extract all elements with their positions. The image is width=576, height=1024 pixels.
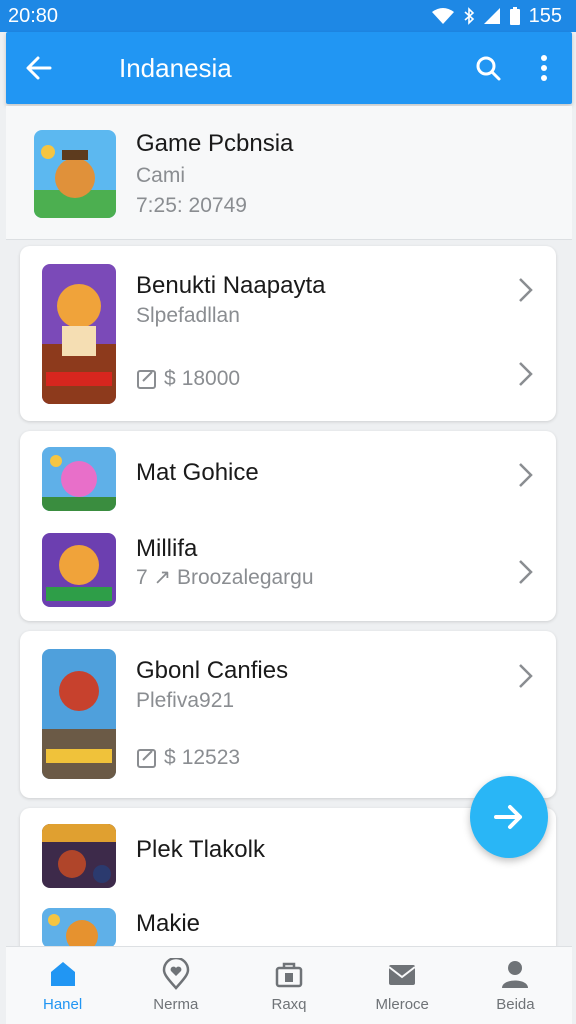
game-thumbnail	[34, 130, 116, 218]
dollar-icon: $	[164, 746, 176, 769]
arrow-forward-icon	[494, 805, 522, 829]
nav-label: Raxq	[271, 996, 307, 1013]
game-card[interactable]: Benukti Naapayta Slpefadllan $ 18000	[20, 246, 556, 421]
search-icon	[476, 56, 501, 81]
game-stat: $ 12523	[136, 746, 240, 770]
status-time: 20:80	[8, 4, 59, 27]
game-thumbnail	[42, 649, 116, 779]
game-stat: $ 18000	[136, 367, 240, 391]
game-title: Benukti Naapayta	[136, 272, 326, 299]
battery-level: 155	[528, 4, 562, 27]
game-thumbnail	[42, 264, 116, 404]
game-thumbnail	[42, 533, 116, 607]
nav-label: Hanel	[43, 996, 83, 1013]
game-subtitle: 7 ↗ Broozalegargu	[136, 566, 314, 589]
wifi-icon	[431, 8, 454, 24]
nav-label: Mleroce	[375, 996, 429, 1013]
featured-title: Game Pcbnsia	[136, 130, 294, 157]
featured-item[interactable]: Game Pcbnsia Cami 7:25: 20749	[6, 106, 572, 240]
mail-icon	[388, 965, 416, 985]
more-vert-icon	[541, 55, 547, 81]
game-title: Gbonl Canfies	[136, 657, 289, 684]
game-stat-value: 18000	[181, 367, 241, 390]
nav-item-location[interactable]: Nerma	[119, 947, 232, 1024]
game-subtitle: Plefiva921	[136, 689, 235, 712]
nav-label: Nerma	[153, 996, 199, 1013]
status-icons: 155	[431, 5, 562, 28]
chevron-right-icon[interactable]	[514, 360, 538, 388]
game-title: Millifa	[136, 535, 198, 562]
game-subtitle: Slpefadllan	[136, 304, 240, 327]
chevron-right-icon[interactable]	[514, 276, 538, 304]
game-thumbnail	[42, 908, 116, 948]
nav-item-home[interactable]: Hanel	[6, 947, 119, 1024]
app-bar: Indanesia	[6, 32, 572, 104]
person-icon	[502, 961, 529, 988]
nav-item-store[interactable]: Raxq	[232, 947, 345, 1024]
game-thumbnail	[42, 447, 116, 511]
featured-meta: 7:25: 20749	[136, 194, 247, 217]
game-title: Plek Tlakolk	[136, 836, 265, 863]
chevron-right-icon[interactable]	[514, 558, 538, 586]
nav-label: Beida	[496, 996, 535, 1013]
nav-item-mail[interactable]: Mleroce	[346, 947, 459, 1024]
home-icon	[50, 962, 75, 986]
chevron-right-icon[interactable]	[514, 662, 538, 690]
store-icon	[275, 962, 303, 988]
arrow-back-icon	[26, 56, 52, 80]
battery-icon	[509, 7, 520, 25]
back-button[interactable]	[6, 32, 72, 104]
featured-subtitle: Cami	[136, 164, 186, 187]
more-options-button[interactable]	[516, 32, 572, 104]
bluetooth-icon	[464, 7, 474, 25]
game-title: Mat Gohice	[136, 459, 259, 486]
game-title: Makie	[136, 910, 201, 937]
status-bar: 20:80 155	[0, 0, 576, 32]
page-title: Indanesia	[119, 52, 232, 83]
game-thumbnail	[42, 824, 116, 888]
chevron-right-icon[interactable]	[514, 461, 538, 489]
edit-icon	[137, 749, 156, 768]
forward-fab-button[interactable]	[470, 776, 548, 858]
game-stat-value: 12523	[181, 746, 241, 769]
dollar-icon: $	[164, 367, 176, 390]
game-card: Mat Gohice Millifa 7 ↗ Broozalegargu	[20, 431, 556, 621]
search-button[interactable]	[460, 32, 516, 104]
nav-item-profile[interactable]: Beida	[459, 947, 572, 1024]
edit-icon	[137, 370, 156, 389]
signal-icon	[483, 8, 500, 24]
location-heart-icon	[162, 958, 190, 990]
game-card[interactable]: Gbonl Canfies Plefiva921 $ 12523	[20, 631, 556, 798]
bottom-navigation: Hanel Nerma Raxq Mleroce Beida	[6, 946, 572, 1024]
